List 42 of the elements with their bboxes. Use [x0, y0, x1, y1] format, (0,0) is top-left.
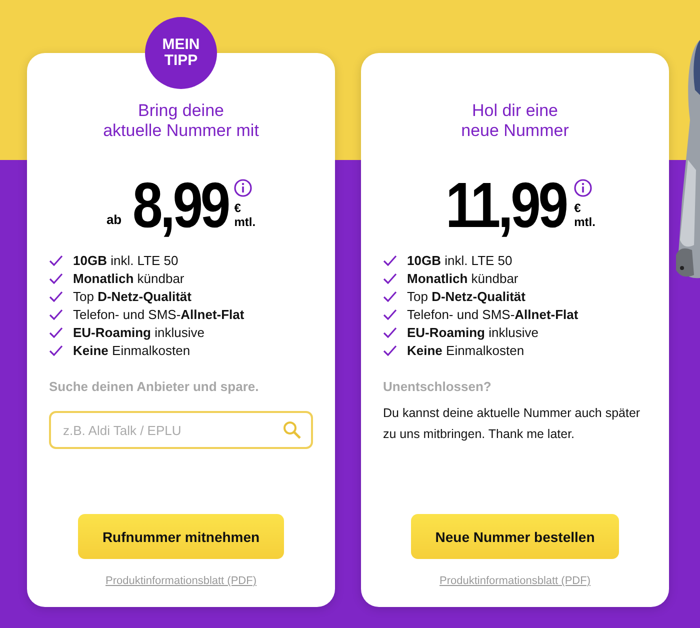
feature-text: Top D-Netz-Qualität — [73, 289, 192, 304]
price-period: mtl. — [574, 215, 596, 229]
check-icon — [383, 255, 397, 266]
price: 8,99 — [132, 173, 228, 237]
provider-search-field[interactable]: z.B. Aldi Talk / EPLU — [49, 411, 313, 449]
currency: € — [574, 201, 581, 215]
check-icon — [49, 255, 63, 266]
order-button[interactable]: Neue Nummer bestellen — [411, 514, 619, 559]
check-icon — [49, 327, 63, 338]
info-text: Du kannst deine aktuelle Nummer auch später zu uns mitbringen. Thank me later. — [383, 405, 642, 443]
check-icon — [383, 327, 397, 338]
price-period: mtl. — [234, 215, 256, 229]
check-icon — [383, 291, 397, 302]
search-label: Suche deinen Anbieter und spare. — [49, 379, 260, 394]
price: 11,99 — [445, 173, 566, 237]
feature-text: 10GB inkl. LTE 50 — [73, 253, 178, 268]
order-button[interactable]: Rufnummer mitnehmen — [78, 514, 284, 559]
check-icon — [49, 273, 63, 284]
info-icon[interactable] — [234, 179, 252, 197]
info-icon[interactable] — [574, 179, 592, 197]
feature-text: 10GB inkl. LTE 50 — [407, 253, 512, 268]
feature-text: Keine Einmalkosten — [407, 343, 524, 358]
check-icon — [383, 309, 397, 320]
check-icon — [49, 309, 63, 320]
plan-title: Bring deine aktuelle Nummer mit — [103, 101, 259, 141]
feature-text: Telefon- und SMS-Allnet-Flat — [73, 307, 244, 322]
check-icon — [383, 345, 397, 356]
feature-text: Keine Einmalkosten — [73, 343, 190, 358]
tip-badge: MEIN TIPP — [145, 17, 217, 89]
check-icon — [383, 273, 397, 284]
feature-text: EU-Roaming inklusive — [73, 325, 204, 340]
feature-text: Monatlich kündbar — [73, 271, 184, 286]
check-icon — [49, 291, 63, 302]
feature-text: Telefon- und SMS-Allnet-Flat — [407, 307, 578, 322]
feature-text: Top D-Netz-Qualität — [407, 289, 526, 304]
info-heading: Unentschlossen? — [383, 379, 492, 394]
feature-text: EU-Roaming inklusive — [407, 325, 538, 340]
plan-title: Hol dir eine neue Nummer — [461, 101, 569, 141]
feature-text: Monatlich kündbar — [407, 271, 518, 286]
currency: € — [234, 201, 241, 215]
check-icon — [49, 345, 63, 356]
price-prefix: ab — [106, 212, 122, 227]
